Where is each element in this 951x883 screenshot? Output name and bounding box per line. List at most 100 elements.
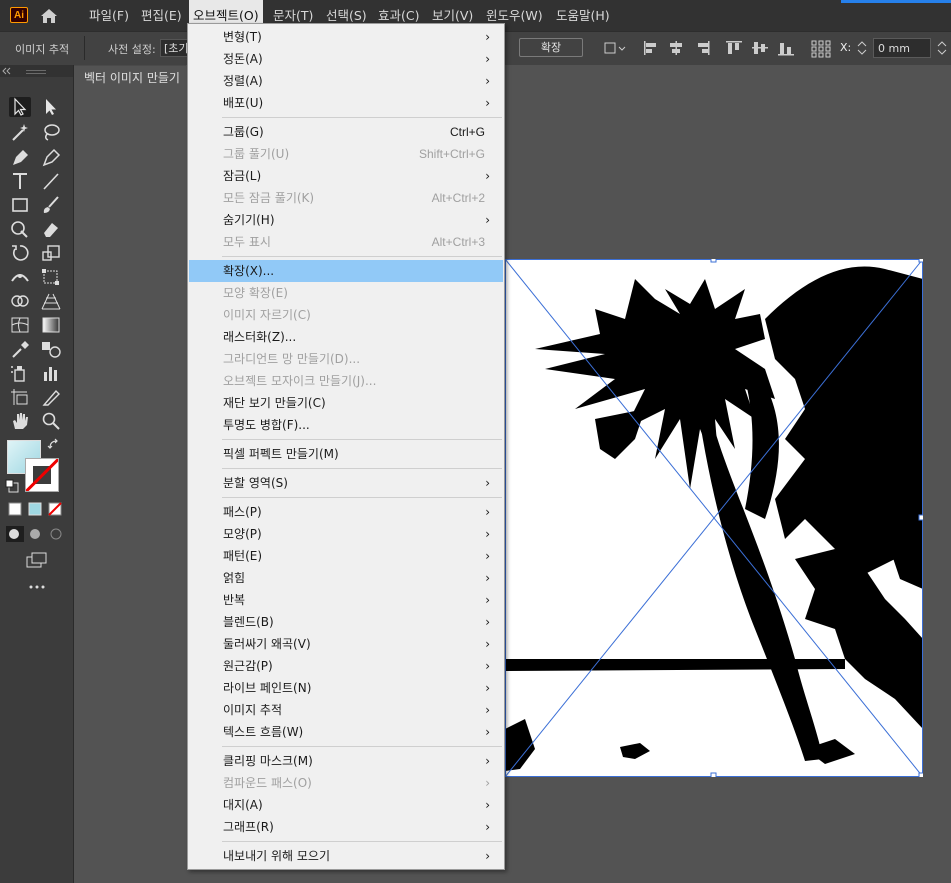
menu-item-label: 클리핑 마스크(M) <box>223 754 313 768</box>
menu-item[interactable]: 변형(T) › <box>189 26 503 48</box>
rotate-tool-icon[interactable] <box>9 243 31 263</box>
object-menu-dropdown: 변형(T) › 정돈(A) › 정렬(A) › 배포(U) › 그룹(G) Ctrl+G 그룹 풀기… <box>187 23 505 870</box>
scale-tool-icon[interactable] <box>40 243 62 263</box>
chevron-right-icon: › <box>485 754 490 768</box>
menu-file[interactable]: 파일(F) <box>89 0 129 31</box>
document-tab[interactable]: 벡터 이미지 만들기 <box>74 65 186 90</box>
pen-tool-icon[interactable] <box>9 147 31 167</box>
paintbrush-tool-icon[interactable] <box>40 195 62 215</box>
menu-edit[interactable]: 편집(E) <box>141 0 182 31</box>
preset-label: 사전 설정: <box>108 43 156 56</box>
draw-normal-icon[interactable] <box>6 526 24 542</box>
align-right-icon[interactable] <box>693 40 711 56</box>
menu-item[interactable]: 숨기기(H) › <box>189 209 503 231</box>
menu-item[interactable]: 잠금(L) › <box>189 165 503 187</box>
artboard-tool-icon[interactable] <box>9 387 31 407</box>
y-stepper-icon[interactable] <box>936 40 948 56</box>
home-icon[interactable] <box>39 6 59 26</box>
chevron-right-icon: › <box>485 476 490 490</box>
menu-item[interactable]: 이미지 추적 › <box>189 699 503 721</box>
align-bottom-icon[interactable] <box>777 40 795 56</box>
swap-fill-stroke-icon[interactable] <box>47 438 61 452</box>
zoom-tool-icon[interactable] <box>40 411 62 431</box>
x-field[interactable]: 0 mm <box>873 38 931 58</box>
slice-tool-icon[interactable] <box>40 387 62 407</box>
mesh-tool-icon[interactable] <box>9 315 31 335</box>
transform-dropdown-icon[interactable] <box>603 40 626 56</box>
draw-behind-icon[interactable] <box>27 526 45 542</box>
column-graph-tool-icon[interactable] <box>40 363 62 383</box>
align-top-icon[interactable] <box>725 40 743 56</box>
menu-item[interactable]: 텍스트 흐름(W) › <box>189 721 503 743</box>
selection-tool-icon[interactable] <box>9 97 31 117</box>
menu-item-label: 이미지 추적 <box>223 703 283 717</box>
menu-item-label: 변형(T) <box>223 30 262 44</box>
menu-item[interactable]: 내보내기 위해 모으기 › <box>189 845 503 867</box>
align-vcenter-icon[interactable] <box>751 40 769 56</box>
eyedropper-tool-icon[interactable] <box>9 339 31 359</box>
menu-item[interactable]: 반복 › <box>189 589 503 611</box>
direct-selection-tool-icon[interactable] <box>40 97 62 117</box>
menu-item[interactable]: 얽힘 › <box>189 567 503 589</box>
menu-item[interactable]: 패턴(E) › <box>189 545 503 567</box>
stroke-swatch[interactable] <box>25 458 59 492</box>
menu-item[interactable]: 원근감(P) › <box>189 655 503 677</box>
preset-select[interactable]: [초기 <box>160 39 188 57</box>
curvature-tool-icon[interactable] <box>40 147 62 167</box>
gradient-mode-icon[interactable] <box>28 502 42 516</box>
menu-item[interactable]: 분할 영역(S) › <box>189 472 503 494</box>
menu-item[interactable]: 라이브 페인트(N) › <box>189 677 503 699</box>
none-mode-icon[interactable] <box>48 502 62 516</box>
menu-item[interactable]: 둘러싸기 왜곡(V) › <box>189 633 503 655</box>
menu-item[interactable]: 정렬(A) › <box>189 70 503 92</box>
menu-item: 모든 잠금 풀기(K) Alt+Ctrl+2 <box>189 187 503 209</box>
x-stepper-icon[interactable] <box>856 40 868 56</box>
blend-tool-icon[interactable] <box>40 339 62 359</box>
width-tool-icon[interactable] <box>9 267 31 287</box>
menu-item[interactable]: 확장(X)... <box>189 260 503 282</box>
align-hcenter-icon[interactable] <box>667 40 685 56</box>
menu-item[interactable]: 투명도 병합(F)... <box>189 414 503 436</box>
hand-tool-icon[interactable] <box>9 411 31 431</box>
color-mode-icon[interactable] <box>8 502 22 516</box>
screen-mode-icon[interactable] <box>25 551 49 569</box>
menu-item-label: 그래프(R) <box>223 820 274 834</box>
artboard[interactable] <box>505 259 923 777</box>
menu-item[interactable]: 픽셀 퍼펙트 만들기(M) <box>189 443 503 465</box>
expand-button[interactable]: 확장 <box>519 38 583 57</box>
rectangle-tool-icon[interactable] <box>9 195 31 215</box>
line-tool-icon[interactable] <box>40 171 62 191</box>
free-transform-tool-icon[interactable] <box>40 267 62 287</box>
default-fill-stroke-icon[interactable] <box>5 479 19 493</box>
shaper-tool-icon[interactable] <box>9 219 31 239</box>
menu-item[interactable]: 정돈(A) › <box>189 48 503 70</box>
draw-inside-icon[interactable] <box>48 526 66 542</box>
lasso-tool-icon[interactable] <box>40 122 62 142</box>
menu-item[interactable]: 래스터화(Z)... <box>189 326 503 348</box>
menu-item[interactable]: 클리핑 마스크(M) › <box>189 750 503 772</box>
menu-item-label: 모두 표시 <box>223 235 271 249</box>
menu-item-label: 그룹 풀기(U) <box>223 147 290 161</box>
gradient-tool-icon[interactable] <box>40 315 62 335</box>
reference-point-icon[interactable] <box>811 40 831 58</box>
magic-wand-tool-icon[interactable] <box>9 122 31 142</box>
type-tool-icon[interactable] <box>9 171 31 191</box>
menu-item[interactable]: 모양(P) › <box>189 523 503 545</box>
menu-help[interactable]: 도움말(H) <box>556 0 610 31</box>
shape-builder-tool-icon[interactable] <box>9 291 31 311</box>
eraser-tool-icon[interactable] <box>40 219 62 239</box>
menu-item[interactable]: 블렌드(B) › <box>189 611 503 633</box>
edit-toolbar-icon[interactable] <box>25 581 49 593</box>
perspective-grid-tool-icon[interactable] <box>40 291 62 311</box>
menu-item[interactable]: 그룹(G) Ctrl+G <box>189 121 503 143</box>
menu-item: 컴파운드 패스(O) › <box>189 772 503 794</box>
align-left-icon[interactable] <box>642 40 660 56</box>
menu-item-label: 재단 보기 만들기(C) <box>223 396 326 410</box>
symbol-sprayer-tool-icon[interactable] <box>9 363 31 383</box>
menu-item[interactable]: 배포(U) › <box>189 92 503 114</box>
menu-item[interactable]: 그래프(R) › <box>189 816 503 838</box>
menu-item[interactable]: 재단 보기 만들기(C) <box>189 392 503 414</box>
menu-item[interactable]: 대지(A) › <box>189 794 503 816</box>
panel-collapse-bar[interactable] <box>0 65 73 77</box>
menu-item[interactable]: 패스(P) › <box>189 501 503 523</box>
